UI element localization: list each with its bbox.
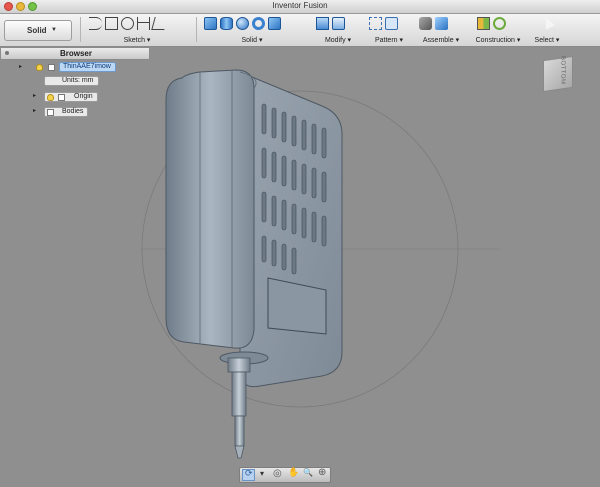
component-icon — [48, 64, 55, 71]
expand-root-icon[interactable]: ▸ — [19, 63, 22, 70]
chevron-down-icon[interactable] — [257, 469, 270, 481]
look-at-icon[interactable] — [272, 468, 285, 481]
browser-panel-header[interactable]: Browser — [0, 47, 150, 60]
tree-item-units[interactable]: Units: mm — [44, 76, 99, 86]
orbit-icon[interactable] — [242, 469, 255, 481]
body-side-face[interactable] — [239, 71, 343, 388]
model-viewport[interactable] — [0, 0, 600, 487]
folder-icon — [58, 94, 65, 101]
plug-pin-tip[interactable] — [234, 415, 245, 447]
navigation-bar — [239, 467, 331, 483]
pan-icon[interactable] — [287, 468, 300, 481]
bodies-label: Bodies — [62, 108, 84, 115]
body-front-face[interactable] — [165, 69, 255, 349]
tree-item-component[interactable]: ThinAAE7imow — [59, 62, 116, 72]
origin-bulb-icon[interactable] — [47, 94, 54, 101]
plug-pin-point — [234, 445, 245, 459]
connector-base — [227, 357, 251, 373]
folder-icon — [47, 109, 54, 116]
browser-title: Browser — [59, 49, 92, 58]
origin-label: Origin — [74, 93, 93, 100]
view-cube-face-label: BOTTOM — [559, 55, 566, 86]
expand-bodies-icon[interactable]: ▸ — [33, 107, 36, 114]
units-label: Units: mm — [62, 77, 94, 84]
expand-origin-icon[interactable]: ▸ — [33, 92, 36, 99]
view-cube[interactable]: BOTTOM — [543, 55, 573, 93]
zoom-icon[interactable] — [302, 468, 315, 481]
zoom-fit-icon[interactable] — [317, 467, 330, 481]
plug-pin[interactable] — [231, 371, 247, 417]
visibility-bulb-icon[interactable] — [36, 64, 43, 71]
